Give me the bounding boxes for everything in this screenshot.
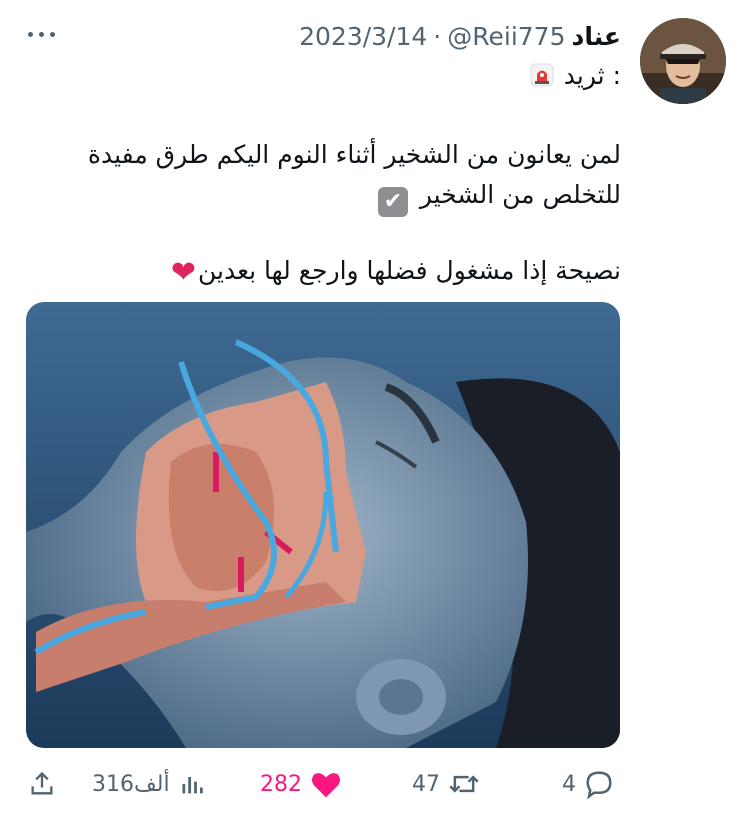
share-button[interactable] [28, 764, 56, 804]
views-icon [178, 770, 206, 798]
reply-button[interactable]: 4 [562, 764, 614, 804]
siren-icon [527, 61, 556, 89]
more-icon[interactable] [24, 24, 58, 44]
reply-icon [584, 769, 614, 799]
likes-count: 282 [260, 771, 302, 797]
tweet-text-line-2: للتخلص من الشخير ✔ [31, 176, 621, 217]
retweet-icon [448, 770, 480, 798]
author-name[interactable]: عناد [572, 22, 622, 51]
tweet-date[interactable]: 2023/3/14 [299, 22, 427, 51]
share-icon [28, 770, 56, 798]
separator-dot: · [433, 21, 442, 51]
tweet-header: عناد @Reii775 · 2023/3/14 [299, 20, 621, 52]
check-icon: ✔ [377, 187, 408, 217]
thread-label-text: ثريد : [563, 60, 621, 90]
replies-count: 4 [562, 771, 576, 797]
retweets-count: 47 [412, 771, 440, 797]
avatar[interactable] [640, 18, 726, 104]
like-button[interactable]: 282 [260, 764, 342, 804]
heart-emoji-icon: ❤ [170, 255, 196, 290]
tweet-text-line-1: لمن يعانون من الشخير أثناء النوم اليكم ط… [87, 140, 621, 169]
snoring-anatomy-illustration [26, 302, 620, 748]
retweet-button[interactable]: 47 [412, 764, 480, 804]
author-handle[interactable]: @Reii775 [447, 22, 565, 51]
avatar-image [640, 18, 726, 104]
tweet-media-image[interactable] [26, 302, 620, 748]
thread-label: ثريد : [527, 58, 621, 92]
tweet-action-bar: 316ألف 282 47 4 [0, 764, 749, 804]
views-count: 316ألف [92, 771, 170, 797]
views-button[interactable]: 316ألف [92, 764, 206, 804]
tweet-text-line-3: نصيحة إذا مشغول فضلها وارجع لها بعدين❤ [170, 255, 621, 290]
like-icon [310, 769, 342, 799]
